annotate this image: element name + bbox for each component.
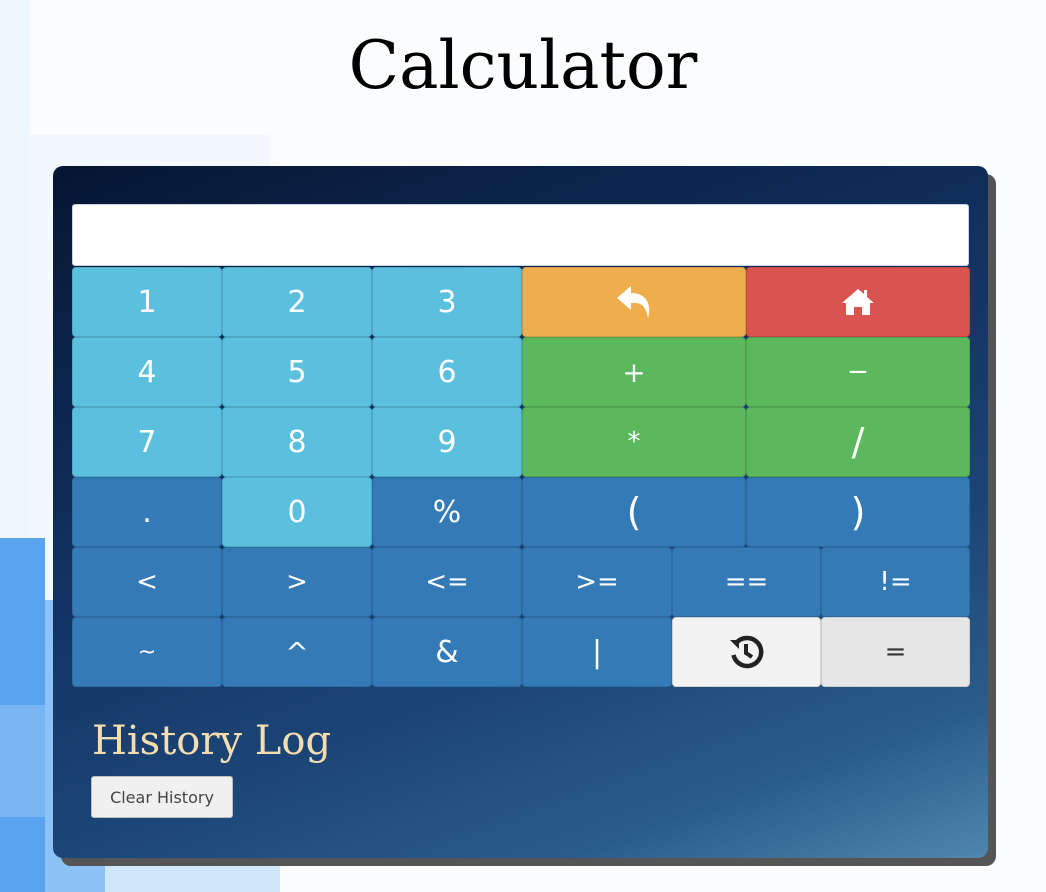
key-open-paren[interactable]: ( xyxy=(522,477,746,547)
key-multiply[interactable]: * xyxy=(522,407,746,477)
key-less-equal[interactable]: <= xyxy=(372,547,522,617)
background-decoration xyxy=(0,538,45,892)
key-1[interactable]: 1 xyxy=(72,267,222,337)
key-less-than[interactable]: < xyxy=(72,547,222,617)
key-6[interactable]: 6 xyxy=(372,337,522,407)
key-divide[interactable]: / xyxy=(746,407,970,477)
key-xor[interactable]: ^ xyxy=(222,617,372,687)
key-greater-equal[interactable]: >= xyxy=(522,547,672,617)
key-3[interactable]: 3 xyxy=(372,267,522,337)
key-minus[interactable]: − xyxy=(746,337,970,407)
key-4[interactable]: 4 xyxy=(72,337,222,407)
keypad: 1 2 3 4 5 6 + − 7 8 9 * / . 0 % () < > … xyxy=(72,267,970,689)
key-close-paren[interactable]: ) xyxy=(746,477,970,547)
home-icon xyxy=(840,287,876,317)
key-9[interactable]: 9 xyxy=(372,407,522,477)
key-8[interactable]: 8 xyxy=(222,407,372,477)
key-ampersand[interactable]: & xyxy=(372,617,522,687)
backspace-button[interactable] xyxy=(522,267,746,337)
key-equal-equal[interactable]: == xyxy=(672,547,821,617)
key-7[interactable]: 7 xyxy=(72,407,222,477)
background-decoration xyxy=(0,0,30,892)
background-decoration xyxy=(0,705,45,817)
home-button[interactable] xyxy=(746,267,970,337)
key-percent[interactable]: % xyxy=(372,477,522,547)
key-equals[interactable]: = xyxy=(821,617,970,687)
page-title: Calculator xyxy=(348,27,698,104)
calculator-display[interactable] xyxy=(72,204,969,266)
key-pipe[interactable]: | xyxy=(522,617,672,687)
key-tilde[interactable]: ~ xyxy=(72,617,222,687)
key-not-equal[interactable]: != xyxy=(821,547,970,617)
history-button[interactable] xyxy=(672,617,821,687)
history-icon xyxy=(729,634,765,670)
key-2[interactable]: 2 xyxy=(222,267,372,337)
key-decimal[interactable]: . xyxy=(72,477,222,547)
key-0[interactable]: 0 xyxy=(222,477,372,547)
key-greater-than[interactable]: > xyxy=(222,547,372,617)
undo-arrow-icon xyxy=(614,284,654,320)
key-plus[interactable]: + xyxy=(522,337,746,407)
calculator-panel: 1 2 3 4 5 6 + − 7 8 9 * / . 0 % () < > … xyxy=(53,166,988,858)
clear-history-button[interactable]: Clear History xyxy=(91,776,233,818)
history-log-title: History Log xyxy=(92,718,332,764)
key-5[interactable]: 5 xyxy=(222,337,372,407)
